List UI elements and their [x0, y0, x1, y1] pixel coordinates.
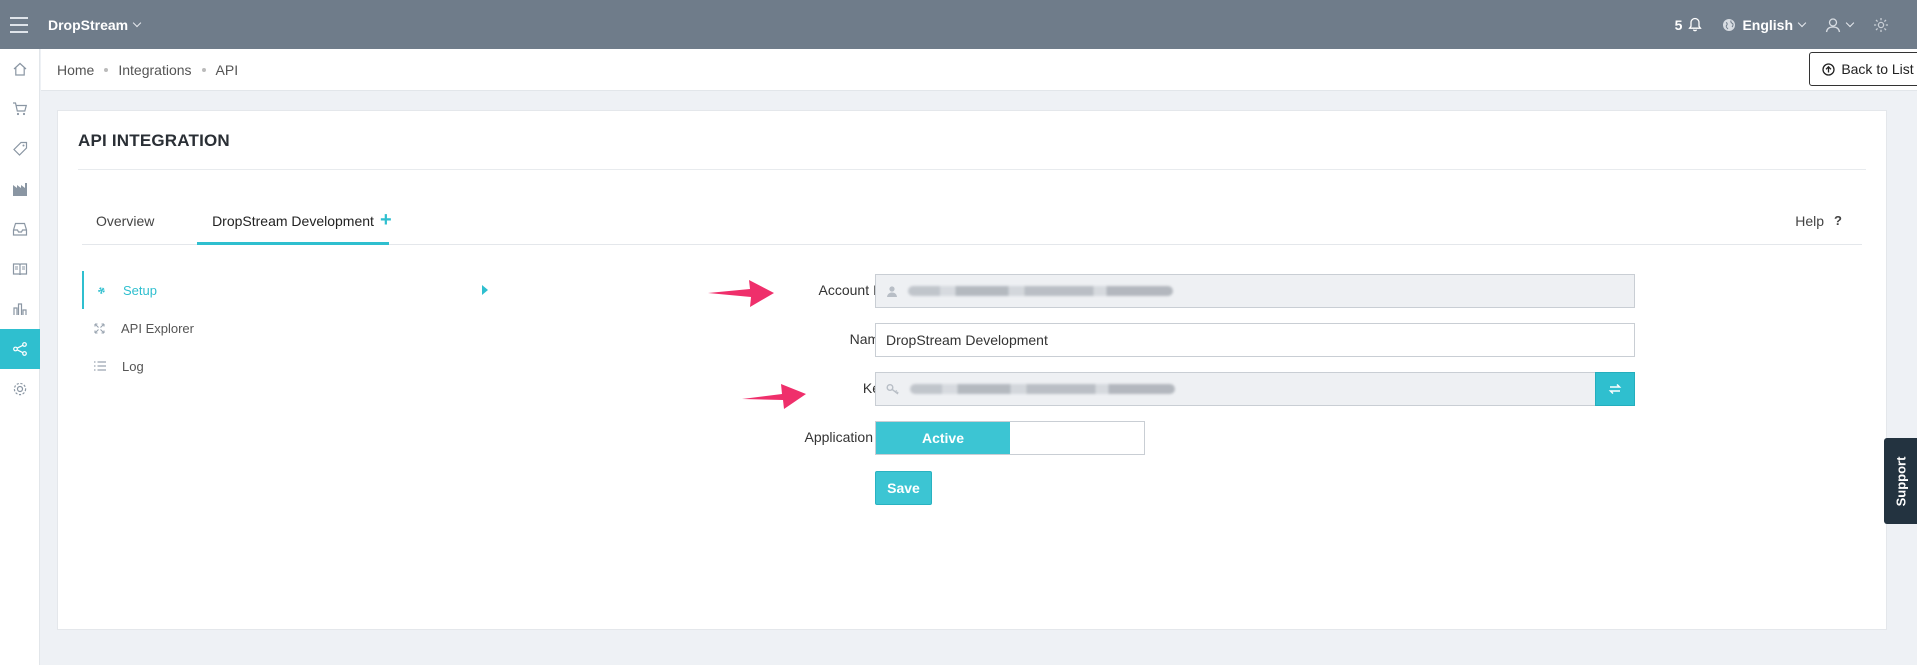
- sidebar-item-warehouses[interactable]: [0, 169, 40, 209]
- hamburger-menu-icon[interactable]: [0, 0, 38, 49]
- bar-chart-icon: [13, 303, 27, 315]
- inbox-icon: [12, 222, 28, 236]
- brand-name: DropStream: [48, 16, 129, 33]
- annotation-arrow-icon: [742, 384, 806, 409]
- top-bar: DropStream 5 English: [0, 0, 1917, 49]
- divider: [78, 169, 1866, 170]
- tag-icon: [13, 141, 28, 156]
- sidebar-item-inbox[interactable]: [0, 209, 40, 249]
- application-status-row: Application is Active: [58, 421, 1888, 455]
- language-selector[interactable]: English: [1722, 16, 1807, 33]
- key-field: [875, 372, 1596, 406]
- factory-icon: [13, 183, 27, 196]
- home-icon: [13, 62, 27, 76]
- list-icon: [94, 361, 106, 371]
- sidebar-item-products[interactable]: [0, 129, 40, 169]
- redacted-api-key: [910, 384, 1175, 394]
- sidebar-item-orders[interactable]: [0, 89, 40, 129]
- active-toggle-label: Active: [876, 422, 1010, 454]
- tab-bar: Overview DropStream Development + Help ?: [82, 201, 1862, 245]
- breadcrumb-integrations[interactable]: Integrations: [118, 62, 191, 78]
- cart-icon: [13, 102, 28, 116]
- brand-switcher[interactable]: DropStream: [48, 16, 142, 33]
- key-row: Key: [58, 372, 1888, 406]
- bell-icon: [1688, 17, 1703, 32]
- user-icon: [887, 286, 897, 297]
- name-row: Name DropStream Development: [58, 323, 1888, 357]
- notification-count: 5: [1674, 16, 1683, 33]
- regenerate-key-button[interactable]: [1595, 372, 1635, 406]
- language-label: English: [1742, 16, 1793, 33]
- save-button[interactable]: Save: [875, 471, 932, 505]
- page-title: API INTEGRATION: [78, 131, 230, 150]
- tab-overview-label: Overview: [96, 213, 155, 229]
- tab-dropstream-development[interactable]: DropStream Development: [197, 201, 389, 245]
- breadcrumb-separator: [201, 67, 206, 72]
- sidebar-item-settings[interactable]: [0, 369, 40, 409]
- api-integration-panel: API INTEGRATION Overview DropStream Deve…: [57, 110, 1887, 630]
- back-to-list-label: Back to List: [1841, 61, 1914, 77]
- annotation-arrow-icon: [708, 280, 774, 307]
- breadcrumb: Home Integrations API Back to List: [41, 49, 1917, 91]
- sidebar-item-catalog[interactable]: [0, 249, 40, 289]
- user-icon: [1825, 17, 1841, 32]
- chevron-down-icon: [132, 18, 142, 27]
- name-value: DropStream Development: [886, 332, 1048, 348]
- help-label: Help: [1795, 213, 1825, 229]
- tab-overview[interactable]: Overview: [96, 201, 170, 245]
- breadcrumb-home[interactable]: Home: [57, 62, 94, 78]
- arrow-circle-up-icon: [1822, 62, 1835, 76]
- share-icon: [13, 342, 27, 356]
- key-icon: [886, 384, 899, 395]
- settings-icon: [13, 382, 27, 396]
- support-tab[interactable]: Support: [1884, 438, 1917, 524]
- account-id-field: [875, 274, 1635, 308]
- breadcrumb-api: API: [215, 61, 239, 78]
- active-toggle[interactable]: Active: [875, 421, 1145, 455]
- tab-dropstream-development-label: DropStream Development: [212, 213, 374, 229]
- sidebar-item-home[interactable]: [0, 49, 40, 89]
- add-tab-plus-icon[interactable]: +: [380, 209, 392, 232]
- help-link[interactable]: Help ?: [1795, 201, 1842, 241]
- sidebar-item-reports[interactable]: [0, 289, 40, 329]
- support-label: Support: [1893, 456, 1909, 506]
- notifications[interactable]: 5: [1675, 17, 1703, 33]
- sidebar-item-integrations[interactable]: [0, 329, 40, 369]
- back-to-list-button[interactable]: Back to List: [1809, 52, 1917, 86]
- globe-icon: [1723, 18, 1736, 31]
- breadcrumb-separator: [104, 67, 109, 72]
- save-row: Save: [58, 471, 1888, 505]
- book-icon: [12, 263, 28, 276]
- redacted-account-id: [908, 286, 1173, 296]
- name-input[interactable]: DropStream Development: [875, 323, 1635, 357]
- user-menu[interactable]: [1825, 17, 1855, 33]
- question-icon: ?: [1834, 213, 1842, 228]
- chevron-down-icon: [1845, 18, 1855, 27]
- account-id-row: Account ID: [58, 274, 1888, 308]
- refresh-arrows-icon: [1608, 383, 1622, 395]
- gear-icon[interactable]: [1873, 17, 1889, 33]
- left-sidebar: [0, 49, 40, 665]
- chevron-down-icon: [1797, 18, 1807, 27]
